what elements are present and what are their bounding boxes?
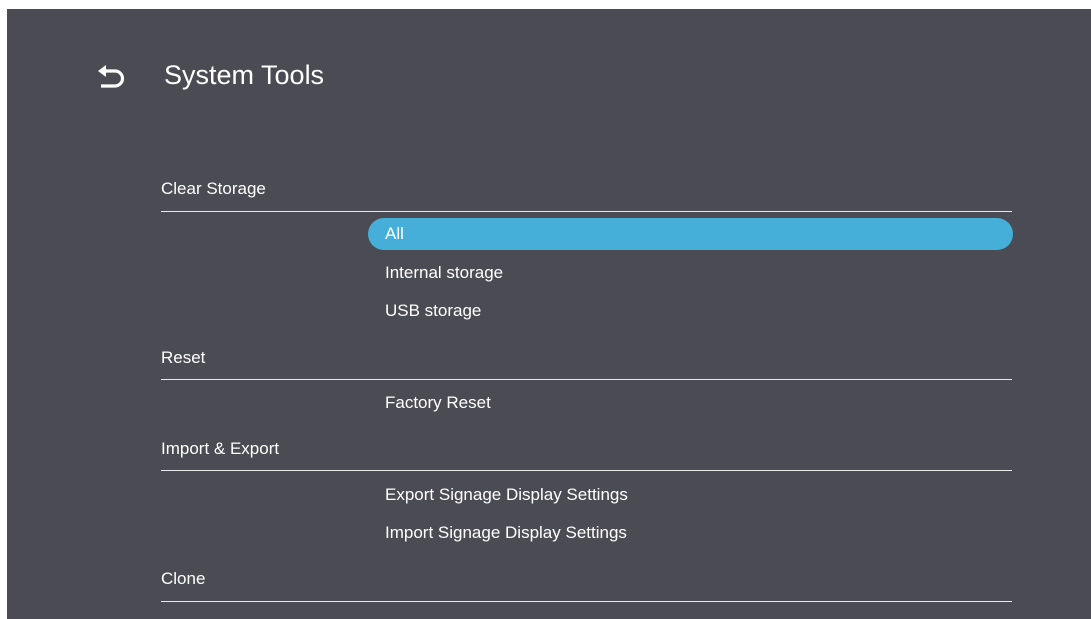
back-button[interactable] xyxy=(95,61,129,95)
section-header-clone[interactable]: Clone xyxy=(161,567,205,591)
option-import-signage-settings[interactable]: Import Signage Display Settings xyxy=(368,517,1013,549)
option-internal-storage[interactable]: Internal storage xyxy=(368,257,1013,289)
system-tools-screen: System Tools Clear Storage All Internal … xyxy=(7,9,1091,619)
section-header-import-export: Import & Export xyxy=(161,439,280,458)
section-divider xyxy=(161,601,1012,602)
section-divider xyxy=(161,211,1012,212)
back-arrow-icon xyxy=(98,65,125,88)
section-header-reset: Reset xyxy=(161,348,206,367)
section-header-clear-storage: Clear Storage xyxy=(161,179,266,198)
section-divider xyxy=(161,470,1012,471)
option-export-signage-settings[interactable]: Export Signage Display Settings xyxy=(368,479,1013,511)
option-factory-reset[interactable]: Factory Reset xyxy=(368,387,1013,419)
section-divider xyxy=(161,379,1012,380)
option-usb-storage[interactable]: USB storage xyxy=(368,295,1013,327)
page-title: System Tools xyxy=(164,60,325,90)
option-all[interactable]: All xyxy=(368,218,1013,250)
